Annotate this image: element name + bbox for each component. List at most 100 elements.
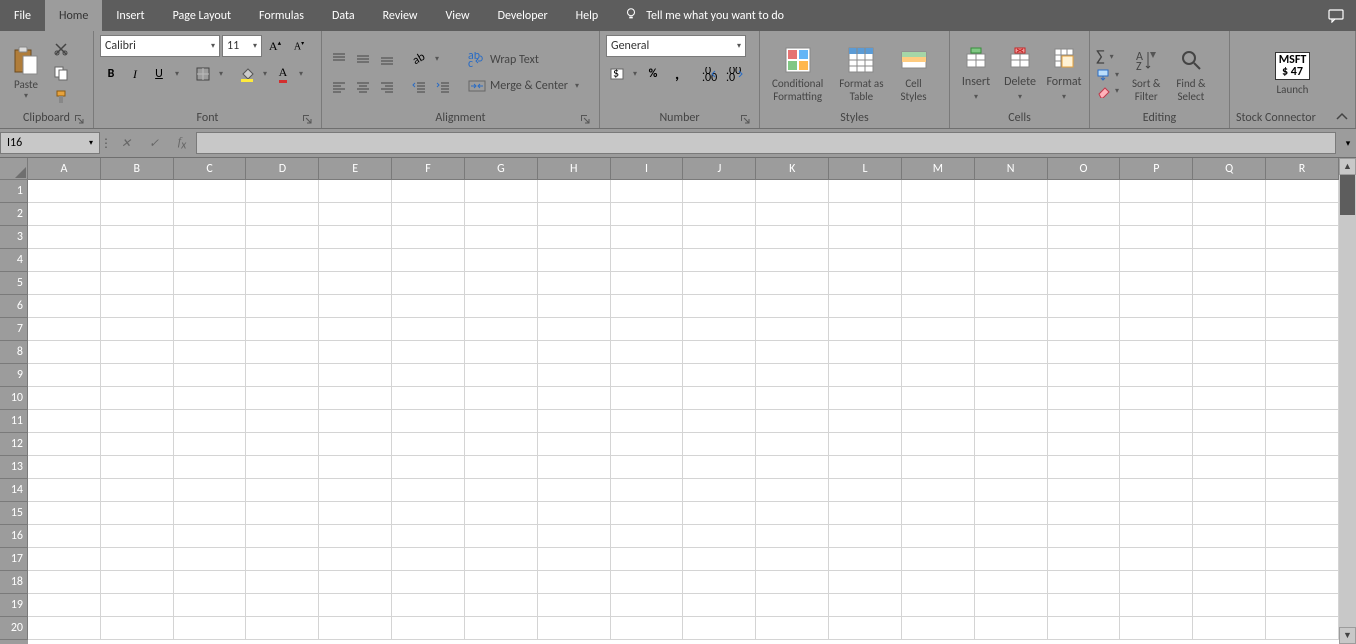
cell[interactable] bbox=[319, 180, 392, 203]
cell[interactable] bbox=[1266, 456, 1339, 479]
row-header[interactable]: 13 bbox=[0, 456, 28, 479]
tab-home[interactable]: Home bbox=[45, 0, 102, 31]
tab-formulas[interactable]: Formulas bbox=[245, 0, 318, 31]
cell[interactable] bbox=[1048, 502, 1121, 525]
cell[interactable] bbox=[902, 410, 975, 433]
cell[interactable] bbox=[392, 272, 465, 295]
clipboard-dialog-launcher[interactable] bbox=[73, 113, 85, 125]
cell[interactable] bbox=[246, 433, 319, 456]
cell[interactable] bbox=[1120, 433, 1193, 456]
cell[interactable] bbox=[319, 479, 392, 502]
row-header[interactable]: 20 bbox=[0, 617, 28, 640]
cell[interactable] bbox=[174, 295, 247, 318]
cell[interactable] bbox=[975, 548, 1048, 571]
cell[interactable] bbox=[683, 341, 756, 364]
cell[interactable] bbox=[1193, 364, 1266, 387]
clear-button[interactable]: ▾ bbox=[1096, 84, 1122, 98]
cell[interactable] bbox=[611, 180, 684, 203]
cell[interactable] bbox=[392, 318, 465, 341]
cell[interactable] bbox=[683, 479, 756, 502]
cell[interactable] bbox=[1193, 456, 1266, 479]
cell[interactable] bbox=[28, 295, 101, 318]
cell[interactable] bbox=[538, 203, 611, 226]
comma-button[interactable]: , bbox=[666, 63, 688, 85]
cell[interactable] bbox=[246, 456, 319, 479]
cell[interactable] bbox=[174, 180, 247, 203]
cell[interactable] bbox=[392, 180, 465, 203]
cell[interactable] bbox=[465, 364, 538, 387]
cell[interactable] bbox=[975, 433, 1048, 456]
cell[interactable] bbox=[611, 295, 684, 318]
cell[interactable] bbox=[465, 180, 538, 203]
cell[interactable] bbox=[101, 364, 174, 387]
cell[interactable] bbox=[246, 272, 319, 295]
cell[interactable] bbox=[28, 502, 101, 525]
cell[interactable] bbox=[174, 571, 247, 594]
cell[interactable] bbox=[246, 180, 319, 203]
cell[interactable] bbox=[392, 617, 465, 640]
sort-filter-button[interactable]: AZ Sort & Filter bbox=[1126, 38, 1166, 108]
scroll-track[interactable] bbox=[1339, 175, 1356, 627]
increase-font-button[interactable]: A▴ bbox=[264, 35, 286, 57]
cell[interactable] bbox=[902, 203, 975, 226]
cell[interactable] bbox=[174, 341, 247, 364]
cell[interactable] bbox=[902, 502, 975, 525]
cell[interactable] bbox=[1048, 617, 1121, 640]
fill-color-dropdown[interactable]: ▾ bbox=[260, 69, 270, 79]
cell[interactable] bbox=[756, 364, 829, 387]
scroll-down-button[interactable]: ▼ bbox=[1339, 627, 1356, 644]
cell[interactable] bbox=[174, 479, 247, 502]
cell[interactable] bbox=[101, 318, 174, 341]
cell[interactable] bbox=[101, 226, 174, 249]
cell[interactable] bbox=[174, 318, 247, 341]
cell[interactable] bbox=[611, 617, 684, 640]
cell[interactable] bbox=[319, 272, 392, 295]
cell[interactable] bbox=[683, 502, 756, 525]
cell[interactable] bbox=[319, 410, 392, 433]
row-header[interactable]: 9 bbox=[0, 364, 28, 387]
cell[interactable] bbox=[174, 456, 247, 479]
cell[interactable] bbox=[902, 479, 975, 502]
cell[interactable] bbox=[246, 226, 319, 249]
cell[interactable] bbox=[246, 571, 319, 594]
cell[interactable] bbox=[392, 571, 465, 594]
increase-decimal-button[interactable]: .0.00 bbox=[700, 63, 722, 85]
cell[interactable] bbox=[975, 318, 1048, 341]
alignment-dialog-launcher[interactable] bbox=[579, 113, 591, 125]
cell[interactable] bbox=[683, 433, 756, 456]
cell[interactable] bbox=[319, 318, 392, 341]
cell[interactable] bbox=[611, 272, 684, 295]
cell[interactable] bbox=[975, 226, 1048, 249]
cell[interactable] bbox=[975, 203, 1048, 226]
cell[interactable] bbox=[1048, 525, 1121, 548]
cell[interactable] bbox=[756, 456, 829, 479]
cell[interactable] bbox=[538, 272, 611, 295]
cell[interactable] bbox=[829, 594, 902, 617]
cell[interactable] bbox=[1193, 341, 1266, 364]
cell[interactable] bbox=[465, 433, 538, 456]
cell[interactable] bbox=[756, 502, 829, 525]
cell[interactable] bbox=[1266, 226, 1339, 249]
cell[interactable] bbox=[392, 226, 465, 249]
cell[interactable] bbox=[756, 295, 829, 318]
cell[interactable] bbox=[319, 433, 392, 456]
column-header[interactable]: N bbox=[975, 158, 1048, 180]
cell[interactable] bbox=[1266, 203, 1339, 226]
cell[interactable] bbox=[538, 571, 611, 594]
scroll-thumb[interactable] bbox=[1340, 175, 1355, 215]
font-dialog-launcher[interactable] bbox=[301, 113, 313, 125]
cell[interactable] bbox=[174, 410, 247, 433]
cell[interactable] bbox=[28, 479, 101, 502]
cell[interactable] bbox=[683, 594, 756, 617]
cell[interactable] bbox=[1120, 548, 1193, 571]
cell[interactable] bbox=[246, 548, 319, 571]
cell[interactable] bbox=[1266, 617, 1339, 640]
cell[interactable] bbox=[538, 318, 611, 341]
cell[interactable] bbox=[975, 410, 1048, 433]
number-format-combo[interactable]: General▾ bbox=[606, 35, 746, 57]
cell[interactable] bbox=[28, 594, 101, 617]
cell[interactable] bbox=[902, 433, 975, 456]
cell[interactable] bbox=[174, 226, 247, 249]
cell[interactable] bbox=[1048, 571, 1121, 594]
cell[interactable] bbox=[683, 318, 756, 341]
